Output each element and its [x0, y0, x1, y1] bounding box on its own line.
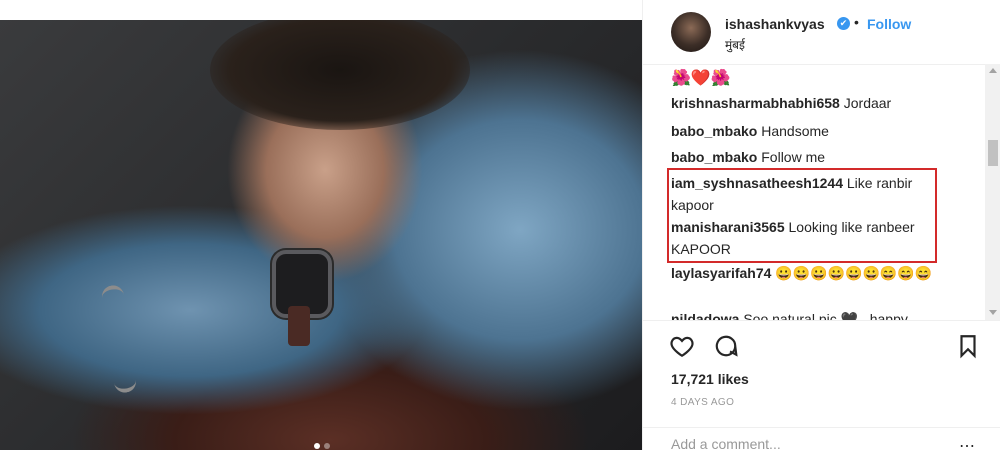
carousel-indicator [314, 443, 330, 449]
location-link[interactable]: मुंबई [725, 36, 745, 53]
comment-text: Handsome [761, 123, 829, 139]
comment-item: babo_mbako Follow me [671, 146, 971, 168]
likes-count[interactable]: 17,721 likes [671, 371, 749, 387]
comment-text: Soo natural pic 🖤 . happy [743, 311, 908, 320]
scroll-down-arrow-icon[interactable] [989, 310, 997, 315]
photo-bangle-shape [100, 283, 138, 395]
scroll-up-arrow-icon[interactable] [989, 68, 997, 73]
post-side-panel: ishashankvyas ✔ • Follow मुंबई 🌺❤️🌺 kris… [642, 0, 1000, 455]
post-actions: 17,721 likes 4 DAYS AGO ⋯ [643, 320, 1000, 455]
add-comment-bar: ⋯ [643, 427, 1000, 458]
comment-icon[interactable] [713, 333, 739, 359]
comments-scrollbar[interactable] [985, 64, 1000, 320]
comment-username[interactable]: babo_mbako [671, 123, 757, 139]
post-timestamp[interactable]: 4 DAYS AGO [671, 397, 734, 408]
more-options-icon[interactable]: ⋯ [959, 436, 975, 456]
carousel-dot-1[interactable] [314, 443, 320, 449]
avatar[interactable] [671, 12, 711, 52]
header-separator: • [854, 14, 859, 30]
post-header: ishashankvyas ✔ • Follow मुंबई [643, 0, 1000, 65]
username-link[interactable]: ishashankvyas [725, 16, 825, 32]
comment-username[interactable]: nildadowa [671, 311, 739, 320]
comment-text: Follow me [761, 149, 826, 165]
verified-badge-icon: ✔ [837, 17, 850, 30]
comment-text: Jordaar [843, 95, 892, 111]
follow-button[interactable]: Follow [867, 16, 911, 32]
comment-item: laylasyarifah74 😀😀😀😀😀😀😄😄😄 [671, 262, 961, 284]
post-photo[interactable] [0, 20, 642, 450]
scroll-thumb[interactable] [988, 140, 998, 166]
comment-username[interactable]: laylasyarifah74 [671, 265, 771, 281]
caption-emoji: 🌺❤️🌺 [671, 70, 731, 87]
comment-username[interactable]: krishnasharmabhabhi658 [671, 95, 840, 111]
bookmark-icon[interactable] [955, 333, 981, 359]
photo-strap-shape [288, 306, 310, 346]
comment-item: nildadowa Soo natural pic 🖤 . happy [671, 308, 971, 320]
heart-icon[interactable] [669, 333, 695, 359]
photo-hair-shape [210, 20, 470, 130]
carousel-dot-2[interactable] [324, 443, 330, 449]
comment-item: babo_mbako Handsome [671, 120, 971, 142]
comment-item: krishnasharmabhabhi658 Jordaar [671, 92, 971, 114]
comment-username[interactable]: babo_mbako [671, 149, 757, 165]
comment-text: 😀😀😀😀😀😀😄😄😄 [775, 265, 933, 281]
comments-list: 🌺❤️🌺 krishnasharmabhabhi658 Jordaar babo… [643, 64, 984, 320]
highlight-box [667, 168, 937, 263]
